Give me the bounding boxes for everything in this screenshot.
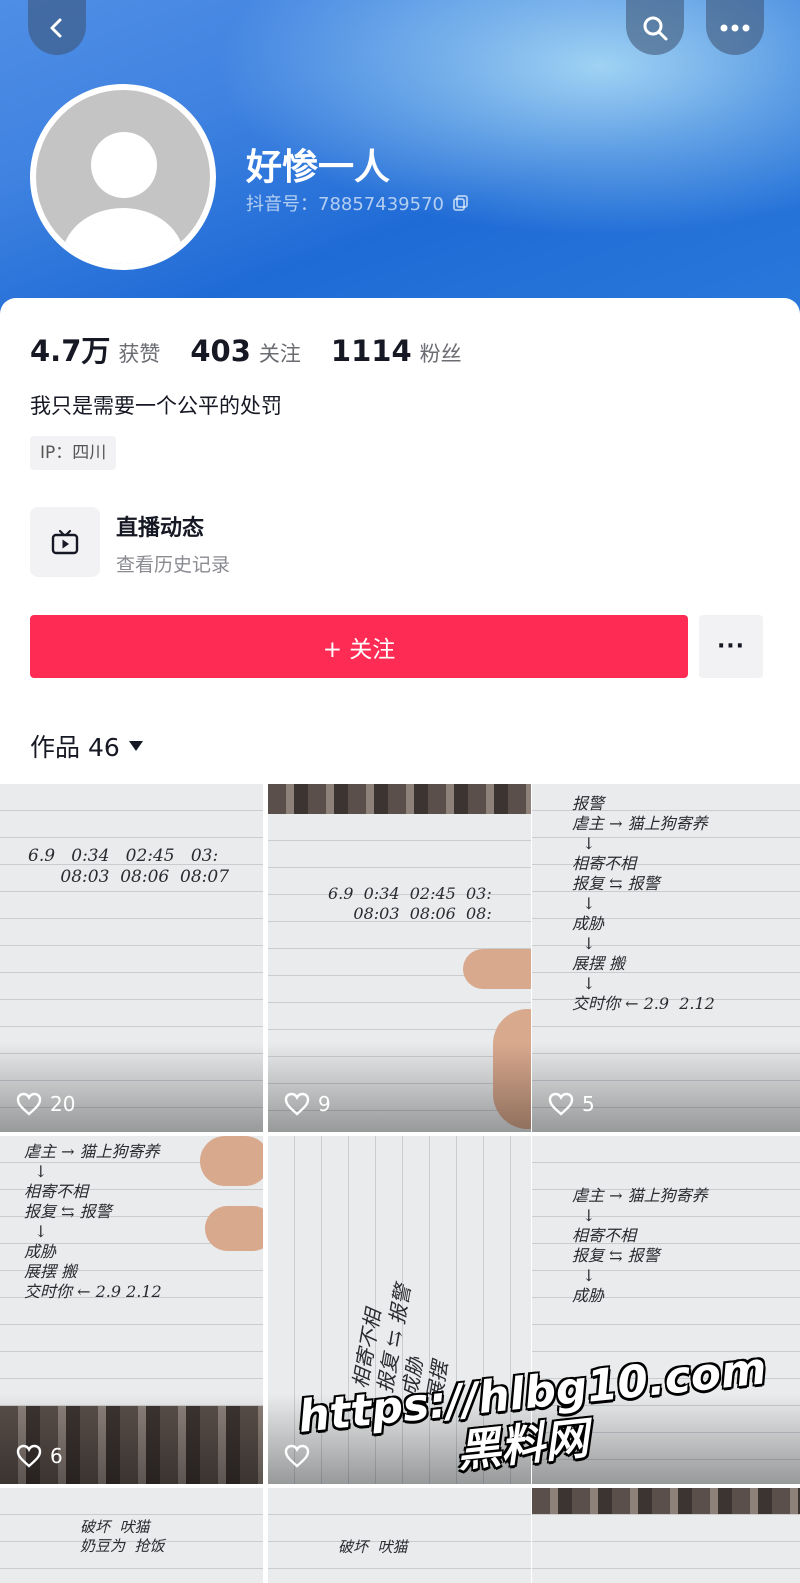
- thumbnail-handwriting: 6.9 0:34 02:45 03: 08:03 08:06 08:07: [28, 846, 230, 888]
- heart-icon: [16, 1092, 42, 1116]
- thumbnail-handwriting: 6.9 0:34 02:45 03: 08:03 08:06 08:: [328, 884, 492, 923]
- caret-down-icon: [128, 741, 143, 751]
- video-likes: 9: [284, 1092, 331, 1116]
- heart-icon: [548, 1092, 574, 1116]
- following-label[interactable]: 关注: [259, 338, 301, 368]
- followers-count[interactable]: 1114: [331, 334, 412, 368]
- video-likes: 6: [16, 1444, 63, 1468]
- video-likes: 5: [548, 1092, 595, 1116]
- video-likes-count: 9: [318, 1092, 331, 1116]
- chevron-left-icon: [50, 18, 62, 37]
- thumbnail-handwriting: 破坏 吠猫: [338, 1538, 408, 1556]
- video-thumbnail[interactable]: 虐主 → 猫上狗寄养 ↓ 相寄不相 报复 ⇆ 报警 ↓ 成胁 展摆 搬 交时你 …: [0, 1136, 263, 1484]
- douyin-id[interactable]: 抖音号：78857439570: [246, 190, 470, 216]
- following-count[interactable]: 403: [190, 334, 251, 368]
- video-thumbnail[interactable]: 6.9 0:34 02:45 03: 08:03 08:06 08:07 20: [0, 784, 263, 1132]
- heart-icon: [16, 1444, 42, 1468]
- avatar[interactable]: [30, 84, 216, 270]
- likes-count: 4.7万: [30, 334, 111, 368]
- thumbnail-handwriting: 虐主 → 猫上狗寄养 ↓ 相寄不相 报复 ⇆ 报警 ↓ 成胁: [572, 1186, 708, 1305]
- live-subtitle[interactable]: 查看历史记录: [116, 550, 230, 577]
- stats-row: 4.7万 获赞 403 关注 1114 粉丝: [30, 328, 492, 370]
- works-label: 作品 46: [30, 733, 120, 762]
- thumbnail-handwriting: 虐主 → 猫上狗寄养 ↓ 相寄不相 报复 ⇆ 报警 ↓ 成胁 展摆 搬 交时你 …: [24, 1142, 162, 1301]
- more-actions-button[interactable]: ···: [699, 615, 763, 678]
- followers-label[interactable]: 粉丝: [420, 338, 462, 368]
- video-thumbnail[interactable]: 破坏 吠猫: [268, 1488, 531, 1583]
- default-avatar-icon: [36, 90, 210, 264]
- more-dots-icon: [720, 24, 750, 31]
- video-thumbnail[interactable]: 报警 虐主 → 猫上狗寄养 ↓ 相寄不相 报复 ⇆ 报警 ↓ 成胁 ↓ 展摆 搬…: [532, 784, 800, 1132]
- follow-button[interactable]: + 关注: [30, 615, 688, 678]
- thumbnail-handwriting: 破坏 吠猫 奶豆为 抢饭: [80, 1518, 165, 1555]
- video-likes: 20: [16, 1092, 75, 1116]
- video-likes-count: 20: [50, 1092, 76, 1116]
- live-history-button[interactable]: [30, 507, 100, 577]
- thumbnail-handwriting: 报警 虐主 → 猫上狗寄养 ↓ 相寄不相 报复 ⇆ 报警 ↓ 成胁 ↓ 展摆 搬…: [572, 794, 715, 1013]
- video-likes-count: 5: [582, 1092, 595, 1116]
- video-thumbnail[interactable]: [532, 1488, 800, 1583]
- works-tab[interactable]: 作品 46: [30, 728, 144, 764]
- nickname: 好惨一人: [246, 147, 391, 188]
- tv-icon: [51, 529, 79, 555]
- search-icon: [643, 16, 668, 40]
- douyin-id-text: 抖音号：78857439570: [246, 194, 444, 215]
- video-thumbnail[interactable]: 6.9 0:34 02:45 03: 08:03 08:06 08: 9: [268, 784, 531, 1132]
- bio-text: 我只是需要一个公平的处罚: [30, 394, 282, 418]
- live-title[interactable]: 直播动态: [116, 510, 204, 542]
- likes-label: 获赞: [118, 342, 161, 366]
- copy-icon[interactable]: [452, 194, 470, 212]
- video-likes-count: 6: [50, 1444, 63, 1468]
- video-thumbnail[interactable]: 破坏 吠猫 奶豆为 抢饭: [0, 1488, 263, 1583]
- ip-location-badge: IP：四川: [30, 436, 117, 470]
- heart-icon: [284, 1092, 310, 1116]
